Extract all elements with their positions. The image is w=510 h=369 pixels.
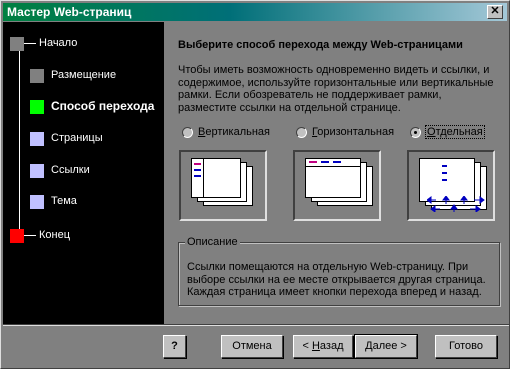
preview-vertical-frames [179,150,267,221]
window-title: Мастер Web-страниц [7,5,132,19]
link-mark [442,165,447,167]
radio-label: Горизонтальная [312,126,395,138]
title-bar[interactable]: Мастер Web-страниц ✕ [3,3,507,21]
radio-label: Вертикальная [198,126,270,138]
steps-panel: Начало Размещение Способ перехода Страни… [3,22,164,324]
step-label: Способ перехода [51,99,155,113]
link-mark [194,169,201,171]
next-button[interactable]: Далее > [354,334,418,359]
step-connector [24,43,36,44]
step-start[interactable]: Начало [9,36,159,52]
step-navigation-method[interactable]: Способ перехода [9,99,159,115]
link-mark [309,161,317,163]
step-pages[interactable]: Страницы [9,131,159,147]
step-label: Размещение [51,69,117,81]
content-panel: Выберите способ перехода между Web-стран… [164,22,508,324]
help-icon: ? [171,340,178,352]
radio-button[interactable] [182,127,193,138]
back-button[interactable]: < Назад [293,335,353,358]
wizard-window: Мастер Web-страниц ✕ Начало Размещение С… [0,0,510,369]
step-theme[interactable]: Тема [9,194,159,210]
step-label: Тема [51,195,77,207]
step-marker [30,164,44,178]
link-mark [333,161,341,163]
step-links[interactable]: Ссылки [9,163,159,179]
radio-button[interactable] [296,127,307,138]
step-marker [10,229,24,243]
help-button[interactable]: ? [163,335,186,358]
step-label: Начало [39,37,78,49]
page-heading: Выберите способ перехода между Web-стран… [178,39,463,51]
step-marker [10,37,24,51]
button-bar: ? Отмена < Назад Далее > Готово [3,324,509,368]
link-mark [442,179,447,181]
preview-horizontal-frames [293,150,381,221]
step-label: Ссылки [51,164,90,176]
step-connector [24,235,36,236]
link-mark [321,161,329,163]
step-marker [30,132,44,146]
description-legend: Описание [185,236,240,248]
intro-text: Чтобы иметь возможность одновременно вид… [178,64,494,114]
step-finish[interactable]: Конец [9,228,159,244]
page-shape [305,158,361,198]
frame-divider [306,166,360,167]
link-mark [194,163,201,165]
link-mark [194,175,201,177]
step-label: Страницы [51,132,103,144]
preview-separate-page [407,150,495,221]
radio-button-selected[interactable] [410,127,421,138]
nav-arrows-icon [427,196,485,212]
frame-divider [203,159,204,197]
description-text: Ссылки помещаются на отдельную Web-стран… [187,261,486,298]
step-marker-current [30,100,44,114]
link-mark [442,172,447,174]
cancel-button[interactable]: Отмена [221,335,283,358]
radio-label: Отдельная [425,125,485,139]
close-button[interactable]: ✕ [487,5,503,19]
step-marker [30,69,44,83]
step-placement[interactable]: Размещение [9,68,159,84]
separator [3,324,509,326]
description-group: Описание Ссылки помещаются на отдельную … [178,236,500,306]
step-marker [30,195,44,209]
finish-button[interactable]: Готово [435,335,497,358]
step-label: Конец [39,229,71,241]
